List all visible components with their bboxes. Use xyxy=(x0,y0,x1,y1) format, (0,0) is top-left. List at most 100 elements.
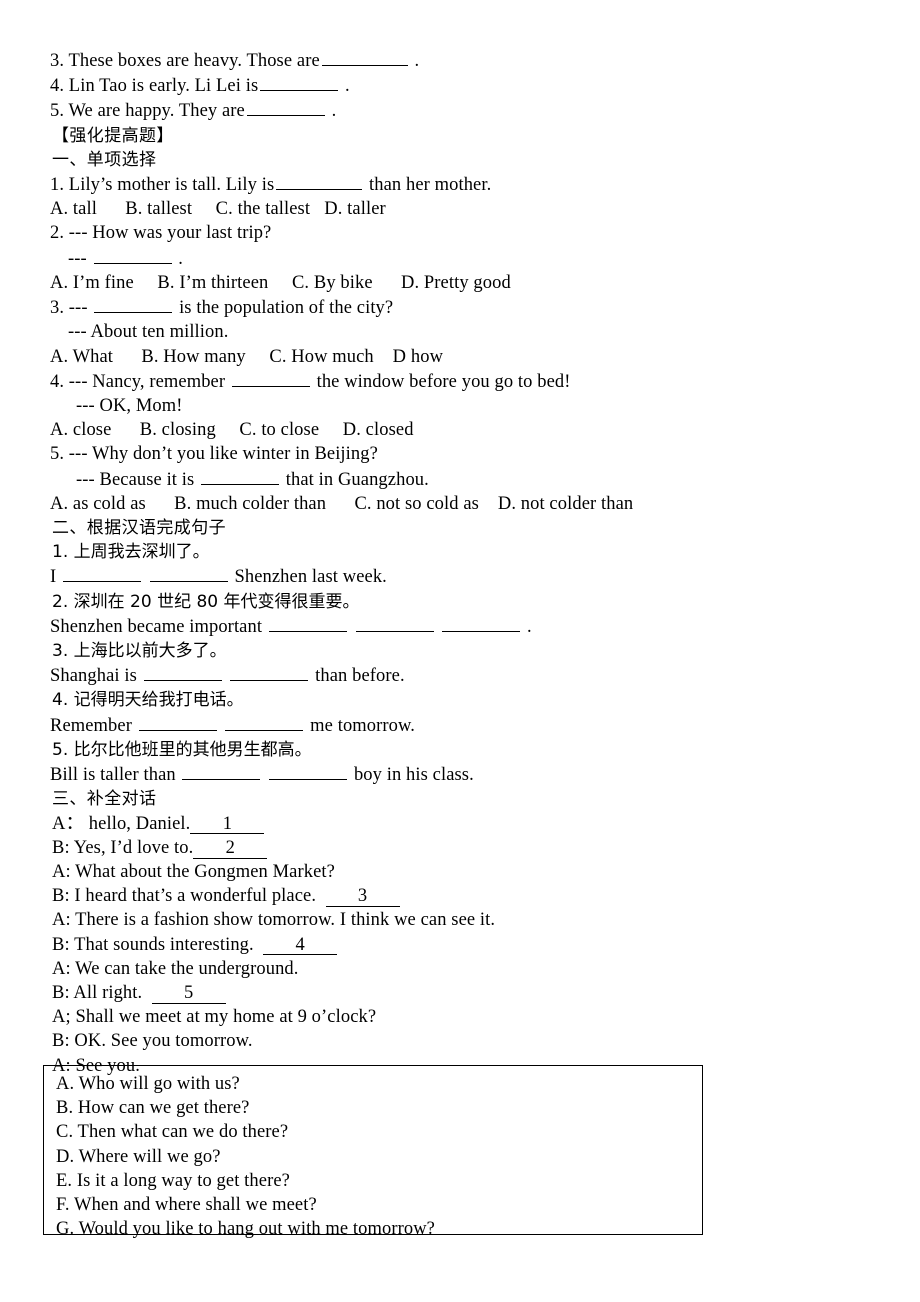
dialogue-blank[interactable]: 4 xyxy=(263,935,338,956)
translation-item-english: Shenzhen became important . xyxy=(50,614,750,639)
translation-prefix: Shenzhen became important xyxy=(50,616,263,637)
answer-blank[interactable] xyxy=(182,762,261,781)
option-item: C. Then what can we do there? xyxy=(56,1122,289,1143)
dialogue-text: We can take the underground. xyxy=(75,958,299,979)
translation-suffix: me tomorrow. xyxy=(310,715,415,736)
translation-suffix: . xyxy=(527,616,532,637)
question-5-options: A. as cold as B. much colder than C. not… xyxy=(50,493,634,514)
answer-blank[interactable] xyxy=(321,48,408,67)
question-1-options: A. tall B. tallest C. the tallest D. tal… xyxy=(50,199,386,220)
dialogue-line: A: There is a fashion show tomorrow. I t… xyxy=(50,908,750,932)
fill-in-stem: 3. These boxes are heavy. Those are xyxy=(50,51,320,72)
answer-blank[interactable] xyxy=(138,713,217,731)
question-4-options: A. close B. closing C. to close D. close… xyxy=(50,420,414,441)
worksheet-page: 3. These boxes are heavy. Those are . 4.… xyxy=(0,0,920,1302)
answer-blank[interactable] xyxy=(260,73,339,92)
question-3-reply: --- About ten million. xyxy=(68,322,229,343)
section-one-heading: 一、单项选择 xyxy=(52,149,157,170)
dialogue-text: OK. See you tomorrow. xyxy=(74,1031,253,1052)
translation-item-english: Bill is taller than boy in his class. xyxy=(50,762,750,787)
dialogue-line: B: I heard that’s a wonderful place. 3 xyxy=(50,884,750,908)
answer-blank[interactable] xyxy=(442,614,521,632)
question-stem-text: 3. --- xyxy=(50,298,88,319)
question-stem-text: 1. Lily’s mother is tall. Lily is xyxy=(50,175,275,196)
dialogue-speaker: B: xyxy=(52,886,70,907)
answer-blank[interactable] xyxy=(230,663,309,682)
answer-blank[interactable] xyxy=(225,713,304,731)
translation-item-chinese: 4. 记得明天给我打电话。 xyxy=(52,690,244,711)
section-two-heading: 二、根据汉语完成句子 xyxy=(52,517,226,538)
question-stem-tail: is the population of the city? xyxy=(179,298,394,319)
translation-prefix: Bill is taller than xyxy=(50,765,176,786)
answer-blank[interactable] xyxy=(231,369,310,387)
translation-prefix: Shanghai is xyxy=(50,666,137,687)
option-item: G. Would you like to hang out with me to… xyxy=(56,1219,435,1240)
question-reply-text: --- Because it is xyxy=(76,469,195,490)
fill-in-stem: 5. We are happy. They are xyxy=(50,101,245,122)
fill-in-tail: . xyxy=(414,51,420,72)
question-4-reply: --- OK, Mom! xyxy=(76,395,183,416)
dialogue-text: What about the Gongmen Market? xyxy=(75,861,335,882)
answer-blank[interactable] xyxy=(93,246,172,264)
dash-marker: --- xyxy=(68,248,87,269)
dialogue-blank[interactable]: 1 xyxy=(190,814,265,835)
answer-blank[interactable] xyxy=(276,172,363,191)
answer-blank[interactable] xyxy=(149,564,228,583)
answer-blank[interactable] xyxy=(63,564,141,583)
question-5-reply: --- Because it is that in Guangzhou. xyxy=(50,467,750,492)
dialogue-blank[interactable]: 3 xyxy=(325,887,400,907)
dialogue-speaker: B: xyxy=(52,982,70,1003)
fill-in-item: 5. We are happy. They are . xyxy=(50,98,750,123)
dialogue-line: A： hello, Daniel. 1 xyxy=(50,812,750,836)
translation-prefix: Remember xyxy=(50,715,132,736)
translation-item-chinese: 2. 深圳在 20 世纪 80 年代变得很重要。 xyxy=(52,591,360,612)
dialogue-line: A: What about the Gongmen Market? xyxy=(50,860,750,884)
translation-item-chinese: 3. 上海比以前大多了。 xyxy=(52,641,227,662)
translation-suffix: than before. xyxy=(315,666,405,687)
question-3-stem: 3. --- is the population of the city? xyxy=(50,295,750,320)
translation-item-chinese: 1. 上周我去深圳了。 xyxy=(52,542,210,563)
dialogue-speaker: A; xyxy=(52,1007,71,1028)
question-stem-tail: than her mother. xyxy=(369,175,492,196)
dialogue-line: A; Shall we meet at my home at 9 o’clock… xyxy=(50,1005,750,1029)
question-5-stem: 5. --- Why don’t you like winter in Beij… xyxy=(50,444,378,465)
dialogue-line: A: We can take the underground. xyxy=(50,957,750,981)
dialogue-line: B: Yes, I’d love to. 2 xyxy=(50,836,750,860)
answer-blank[interactable] xyxy=(268,614,347,632)
dialogue-speaker: A: xyxy=(52,958,71,979)
translation-suffix: boy in his class. xyxy=(353,765,474,786)
option-item: D. Where will we go? xyxy=(56,1146,221,1167)
answer-blank[interactable] xyxy=(94,295,173,314)
question-2-options: A. I’m fine B. I’m thirteen C. By bike D… xyxy=(50,272,511,293)
option-item: A. Who will go with us? xyxy=(56,1074,240,1094)
fill-in-stem: 4. Lin Tao is early. Li Lei is xyxy=(50,76,259,97)
document-body: 3. These boxes are heavy. Those are . 4.… xyxy=(50,48,750,1078)
answer-blank[interactable] xyxy=(201,467,280,485)
dialogue-speaker: A: xyxy=(52,861,71,882)
answer-blank[interactable] xyxy=(246,98,325,117)
question-2-answer-line: --- . xyxy=(50,246,750,271)
question-1-stem: 1. Lily’s mother is tall. Lily is than h… xyxy=(50,172,750,197)
dialogue-line: B: All right. 5 xyxy=(50,981,750,1005)
answer-blank[interactable] xyxy=(355,614,434,632)
option-item: B. How can we get there? xyxy=(56,1098,250,1119)
translation-item-english: Shanghai is than before. xyxy=(50,663,750,688)
dialogue-speaker: B: xyxy=(52,1031,70,1052)
dialogue-blank[interactable]: 5 xyxy=(151,984,226,1004)
enhancement-heading: 【强化提高题】 xyxy=(52,125,174,146)
question-2-stem: 2. --- How was your last trip? xyxy=(50,223,272,244)
dialogue-blank[interactable]: 2 xyxy=(193,838,268,859)
question-reply-tail: that in Guangzhou. xyxy=(285,469,429,490)
translation-prefix: I xyxy=(50,567,57,588)
dialogue-text: I heard that’s a wonderful place. xyxy=(74,886,317,907)
fill-in-tail: . xyxy=(344,76,350,97)
dialogue-speaker: A： xyxy=(52,813,85,834)
dialogue-line: B: OK. See you tomorrow. xyxy=(50,1029,750,1053)
answer-blank[interactable] xyxy=(143,663,222,682)
dialogue-speaker: B: xyxy=(52,934,70,955)
dialogue-line: B: That sounds interesting. 4 xyxy=(50,933,750,957)
dialogue-text: Shall we meet at my home at 9 o’clock? xyxy=(75,1007,377,1028)
fill-in-item: 3. These boxes are heavy. Those are . xyxy=(50,48,750,73)
translation-item-chinese: 5. 比尔比他班里的其他男生都高。 xyxy=(52,739,312,760)
answer-blank[interactable] xyxy=(269,762,348,781)
